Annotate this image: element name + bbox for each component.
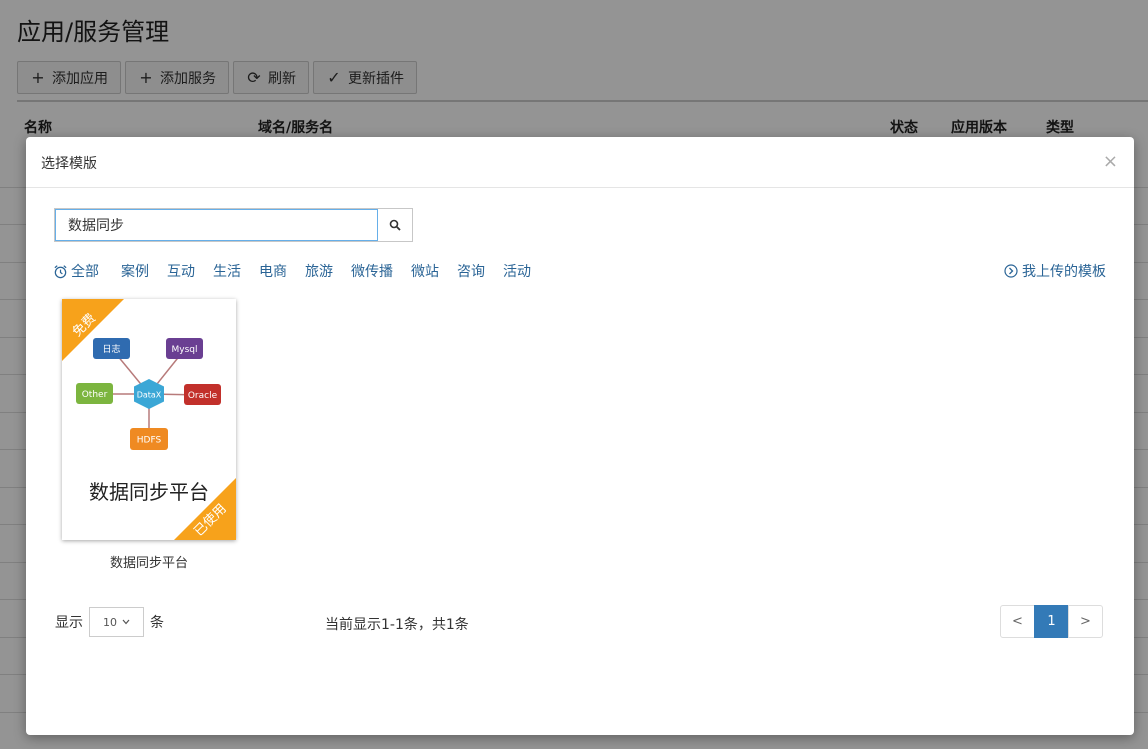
unit-label: 条: [150, 615, 164, 631]
template-thumbnail: 日志 Mysql Other Oracle HDFS DataX 数据同步平台 …: [62, 299, 236, 540]
diagram-node-oracle: Oracle: [184, 384, 221, 405]
node-other-label: Other: [82, 390, 108, 400]
template-name[interactable]: 数据同步平台: [62, 552, 236, 571]
cover-title: 数据同步平台: [89, 480, 209, 504]
diagram-node-mysql: Mysql: [166, 338, 203, 359]
node-hdfs-label: HDFS: [137, 436, 162, 446]
page-1-button[interactable]: 1: [1034, 605, 1069, 638]
diagram-node-other: Other: [76, 383, 113, 404]
category-life[interactable]: 生活: [213, 261, 241, 281]
close-icon[interactable]: ×: [1103, 151, 1118, 172]
diagram-node-hdfs: HDFS: [130, 428, 168, 450]
category-case[interactable]: 案例: [121, 261, 149, 281]
prev-page-button[interactable]: <: [1000, 605, 1035, 638]
node-log-label: 日志: [102, 343, 120, 355]
chevron-circle-right-icon: [1004, 264, 1018, 278]
category-travel[interactable]: 旅游: [305, 261, 333, 281]
category-activity[interactable]: 活动: [503, 261, 531, 281]
my-uploaded-templates-label: 我上传的模板: [1022, 264, 1106, 280]
template-select-modal: 选择模版 × 全部 案例 互动 生活 电商 旅游 微传播 微站 咨询: [26, 137, 1134, 735]
category-all[interactable]: 全部: [53, 261, 99, 281]
search-box: [54, 208, 413, 242]
category-label: 全部: [71, 264, 99, 280]
node-oracle-label: Oracle: [188, 391, 218, 401]
page-size-select[interactable]: 10: [89, 607, 144, 637]
pagination: < 1 >: [1000, 605, 1103, 638]
category-interaction[interactable]: 互动: [167, 261, 195, 281]
category-ecommerce[interactable]: 电商: [259, 261, 287, 281]
node-mysql-label: Mysql: [172, 345, 198, 355]
category-consult[interactable]: 咨询: [457, 261, 485, 281]
template-card[interactable]: 日志 Mysql Other Oracle HDFS DataX 数据同步平台 …: [62, 299, 236, 540]
category-micro-site[interactable]: 微站: [411, 261, 439, 281]
search-input[interactable]: [55, 209, 378, 241]
next-page-button[interactable]: >: [1068, 605, 1103, 638]
diagram-node-datax: DataX: [134, 379, 164, 409]
category-tabs: 全部 案例 互动 生活 电商 旅游 微传播 微站 咨询 活动: [53, 261, 549, 281]
node-datax-label: DataX: [137, 391, 162, 400]
diagram-node-log: 日志: [93, 338, 130, 359]
show-label: 显示: [55, 615, 83, 631]
page-size-value: 10: [103, 615, 117, 629]
page-size-control: 显示 10 条: [55, 607, 164, 637]
alarm-clock-icon: [54, 264, 67, 278]
pager-info: 当前显示1-1条，共1条: [325, 617, 469, 633]
modal-header: 选择模版 ×: [26, 137, 1134, 188]
category-micro-spread[interactable]: 微传播: [351, 261, 393, 281]
chevron-down-icon: [122, 619, 130, 625]
modal-title: 选择模版: [41, 156, 97, 172]
search-button[interactable]: [378, 209, 412, 241]
my-uploaded-templates-link[interactable]: 我上传的模板: [1004, 261, 1106, 281]
search-icon: [389, 219, 401, 231]
